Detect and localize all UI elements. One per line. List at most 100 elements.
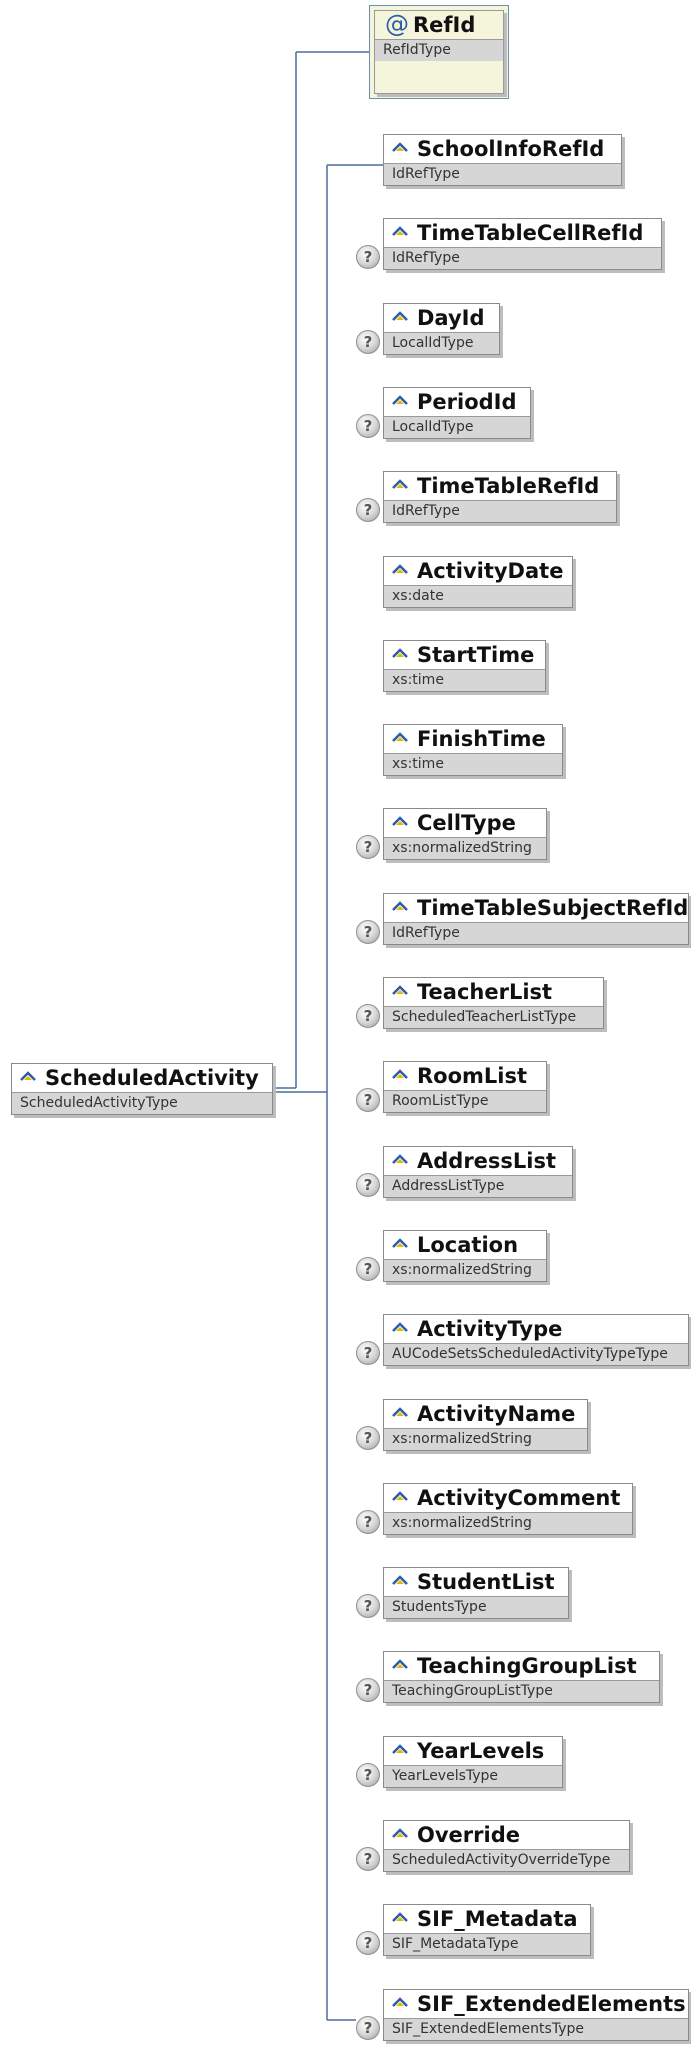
element-type: TeachingGroupListType (384, 1680, 659, 1702)
element-icon (392, 1491, 408, 1501)
element-type: YearLevelsType (384, 1765, 562, 1787)
root-element[interactable]: ScheduledActivity ScheduledActivityType (11, 1063, 273, 1115)
element-name: Location (384, 1231, 546, 1259)
element-addresslist[interactable]: AddressList AddressListType (383, 1146, 573, 1198)
element-type: xs:normalizedString (384, 837, 546, 859)
element-name: TimeTableCellRefId (384, 219, 661, 247)
element-celltype[interactable]: CellType xs:normalizedString (383, 808, 547, 860)
element-yearlevels[interactable]: YearLevels YearLevelsType (383, 1736, 563, 1788)
optional-icon: ? (356, 1847, 380, 1871)
optional-icon: ? (356, 1763, 380, 1787)
element-studentlist[interactable]: StudentList StudentsType (383, 1567, 569, 1619)
element-icon (392, 1322, 408, 1332)
element-schoolinforefid[interactable]: SchoolInfoRefId IdRefType (383, 134, 622, 186)
element-icon (392, 1997, 408, 2007)
element-activitydate[interactable]: ActivityDate xs:date (383, 556, 573, 608)
element-name: RoomList (384, 1062, 546, 1090)
element-type: IdRefType (384, 922, 688, 944)
element-name: DayId (384, 304, 499, 332)
element-name: AddressList (384, 1147, 572, 1175)
attribute-type: RefIdType (375, 39, 503, 61)
element-icon (392, 1744, 408, 1754)
element-teachinggrouplist[interactable]: TeachingGroupList TeachingGroupListType (383, 1651, 660, 1703)
element-type: SIF_MetadataType (384, 1933, 590, 1955)
schema-diagram: ScheduledActivity ScheduledActivityType … (0, 0, 691, 2046)
element-icon (392, 1828, 408, 1838)
element-type: StudentsType (384, 1596, 568, 1618)
root-element-name: ScheduledActivity (12, 1064, 272, 1092)
element-sif-extendedelements[interactable]: SIF_ExtendedElements SIF_ExtendedElements… (383, 1989, 689, 2041)
element-type: RoomListType (384, 1090, 546, 1112)
element-name: StudentList (384, 1568, 568, 1596)
element-type: xs:normalizedString (384, 1259, 546, 1281)
element-finishtime[interactable]: FinishTime xs:time (383, 724, 563, 776)
optional-icon: ? (356, 1004, 380, 1028)
element-dayid[interactable]: DayId LocalIdType (383, 303, 500, 355)
attribute-name: @ RefId (385, 10, 476, 38)
optional-icon: ? (356, 330, 380, 354)
optional-icon: ? (356, 414, 380, 438)
optional-icon: ? (356, 1173, 380, 1197)
optional-icon: ? (356, 920, 380, 944)
element-icon (392, 311, 408, 321)
element-type: AUCodeSetsScheduledActivityTypeType (384, 1343, 688, 1365)
element-timetablesubjectrefid[interactable]: TimeTableSubjectRefId IdRefType (383, 893, 689, 945)
optional-icon: ? (356, 835, 380, 859)
element-icon (392, 142, 408, 152)
element-type: xs:date (384, 585, 572, 607)
element-periodid[interactable]: PeriodId LocalIdType (383, 387, 531, 439)
element-name: TeacherList (384, 978, 603, 1006)
root-element-type: ScheduledActivityType (12, 1092, 272, 1114)
element-location[interactable]: Location xs:normalizedString (383, 1230, 547, 1282)
optional-icon: ? (356, 498, 380, 522)
element-type: ScheduledTeacherListType (384, 1006, 603, 1028)
element-icon (392, 1659, 408, 1669)
element-icon (392, 1238, 408, 1248)
element-activityname[interactable]: ActivityName xs:normalizedString (383, 1399, 588, 1451)
element-type: AddressListType (384, 1175, 572, 1197)
optional-icon: ? (356, 1594, 380, 1618)
element-timetablerefid[interactable]: TimeTableRefId IdRefType (383, 471, 617, 523)
element-name: YearLevels (384, 1737, 562, 1765)
element-type: IdRefType (384, 500, 616, 522)
element-name: TeachingGroupList (384, 1652, 659, 1680)
element-name: ActivityType (384, 1315, 688, 1343)
optional-icon: ? (356, 1510, 380, 1534)
element-override[interactable]: Override ScheduledActivityOverrideType (383, 1820, 630, 1872)
optional-icon: ? (356, 245, 380, 269)
element-type: xs:time (384, 753, 562, 775)
element-name: SIF_Metadata (384, 1905, 590, 1933)
optional-icon: ? (356, 1341, 380, 1365)
element-roomlist[interactable]: RoomList RoomListType (383, 1061, 547, 1113)
optional-icon: ? (356, 1257, 380, 1281)
element-icon (392, 648, 408, 658)
element-sif-metadata[interactable]: SIF_Metadata SIF_MetadataType (383, 1904, 591, 1956)
element-teacherlist[interactable]: TeacherList ScheduledTeacherListType (383, 977, 604, 1029)
optional-icon: ? (356, 2016, 380, 2040)
element-icon (392, 479, 408, 489)
element-name: Override (384, 1821, 629, 1849)
attribute-icon: @ (385, 10, 409, 38)
element-type: IdRefType (384, 163, 621, 185)
element-type: xs:time (384, 669, 545, 691)
element-name: TimeTableRefId (384, 472, 616, 500)
element-name: StartTime (384, 641, 545, 669)
element-icon (392, 1407, 408, 1417)
element-icon (392, 1154, 408, 1164)
optional-icon: ? (356, 1678, 380, 1702)
element-icon (392, 732, 408, 742)
element-timetablecellrefid[interactable]: TimeTableCellRefId IdRefType (383, 218, 662, 270)
element-name: FinishTime (384, 725, 562, 753)
element-type: SIF_ExtendedElementsType (384, 2018, 688, 2040)
element-icon (392, 985, 408, 995)
element-activitytype[interactable]: ActivityType AUCodeSetsScheduledActivityT… (383, 1314, 689, 1366)
element-icon (392, 226, 408, 236)
element-icon (392, 816, 408, 826)
element-type: xs:normalizedString (384, 1512, 632, 1534)
element-name: ActivityComment (384, 1484, 632, 1512)
element-activitycomment[interactable]: ActivityComment xs:normalizedString (383, 1483, 633, 1535)
element-name: SIF_ExtendedElements (384, 1990, 688, 2018)
element-name: CellType (384, 809, 546, 837)
element-starttime[interactable]: StartTime xs:time (383, 640, 546, 692)
attribute-refid[interactable]: @ RefId RefIdType (369, 5, 509, 99)
